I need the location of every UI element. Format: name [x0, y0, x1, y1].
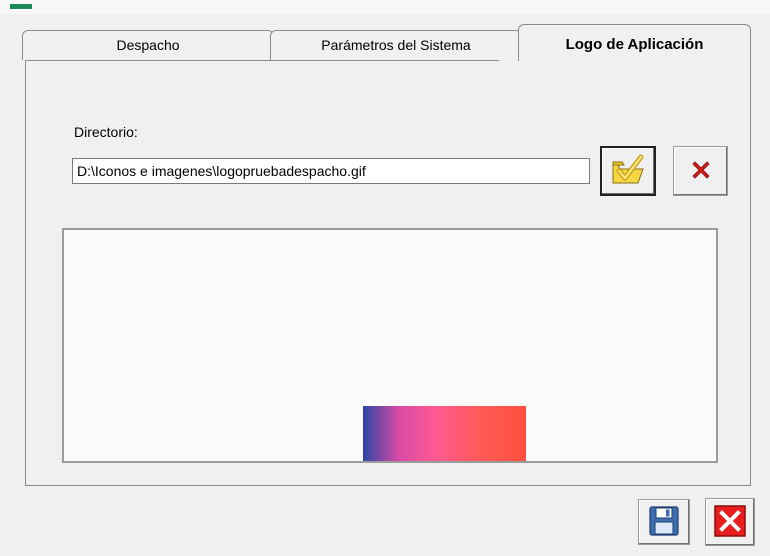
- save-button[interactable]: [638, 499, 690, 545]
- floppy-disk-icon: [648, 505, 680, 540]
- folder-check-icon: [610, 153, 646, 190]
- logo-preview: [62, 228, 718, 463]
- red-x-icon: [689, 158, 713, 185]
- top-strip: [0, 0, 770, 14]
- close-x-icon: [713, 504, 747, 541]
- tab-strip: Despacho Parámetros del Sistema Logo de …: [22, 24, 751, 61]
- tab-despacho[interactable]: Despacho: [22, 30, 274, 60]
- directory-label: Directorio:: [74, 124, 138, 140]
- clear-path-button[interactable]: [673, 146, 728, 196]
- directory-path-input[interactable]: [72, 158, 590, 184]
- tab-panel-logo: Directorio:: [25, 60, 751, 486]
- app-mark: [10, 4, 32, 9]
- tab-parametros-del-sistema[interactable]: Parámetros del Sistema: [270, 30, 522, 60]
- close-button[interactable]: [705, 498, 755, 546]
- logo-image: [363, 406, 526, 461]
- browse-folder-button[interactable]: [600, 146, 656, 196]
- tab-logo-de-aplicacion[interactable]: Logo de Aplicación: [518, 24, 751, 61]
